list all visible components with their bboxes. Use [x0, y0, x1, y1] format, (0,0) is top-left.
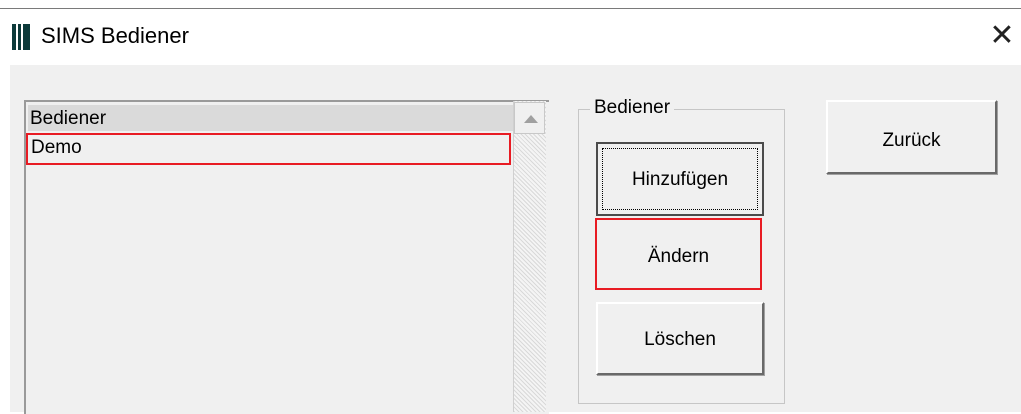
edit-button[interactable]: Ändern	[595, 218, 762, 290]
back-button-label: Zurück	[882, 130, 941, 151]
list-header-label: Bediener	[30, 108, 107, 129]
delete-button-label: Löschen	[644, 329, 716, 350]
close-icon[interactable]: ✕	[984, 18, 1020, 54]
vertical-scrollbar[interactable]	[513, 101, 546, 412]
scroll-up-button[interactable]	[514, 102, 545, 134]
add-button-label: Hinzufügen	[631, 169, 729, 190]
add-button[interactable]: Hinzufügen	[596, 142, 764, 216]
triangle-up-icon	[524, 115, 538, 123]
edit-button-label: Ändern	[647, 246, 710, 267]
app-icon-bar	[12, 24, 16, 50]
window-title: SIMS Bediener	[41, 23, 189, 48]
list-item-highlight	[26, 133, 511, 165]
app-icon-bar	[18, 24, 21, 50]
app-icon-bar	[23, 24, 30, 50]
app-icon[interactable]	[12, 24, 30, 50]
groupbox-label: Bediener	[590, 96, 675, 120]
delete-button[interactable]: Löschen	[596, 302, 764, 375]
back-button[interactable]: Zurück	[826, 100, 997, 174]
